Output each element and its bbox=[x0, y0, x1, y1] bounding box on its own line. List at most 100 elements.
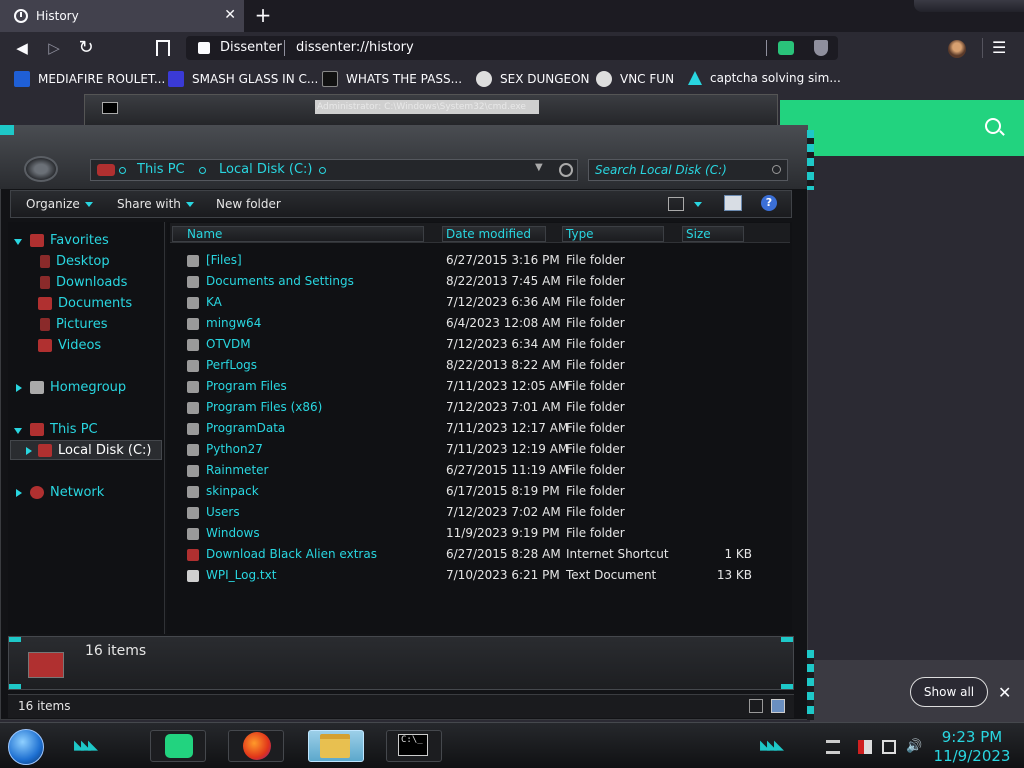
chevron-down-icon[interactable] bbox=[694, 202, 702, 207]
folder-icon bbox=[187, 528, 199, 540]
file-date-modified: 7/11/2023 12:17 AM bbox=[446, 421, 569, 435]
file-size: 1 KB bbox=[724, 547, 752, 561]
search-input[interactable]: Search Local Disk (C:) bbox=[588, 159, 788, 181]
start-button[interactable] bbox=[8, 729, 44, 765]
share-with-label: Share with bbox=[117, 197, 181, 211]
url-bar[interactable]: Dissenter dissenter://history bbox=[186, 36, 838, 60]
large-icons-view-icon[interactable] bbox=[771, 699, 785, 713]
column-header-date-modified[interactable]: Date modified bbox=[442, 226, 546, 242]
column-header-type[interactable]: Type bbox=[562, 226, 664, 242]
tab-title: History bbox=[36, 9, 79, 23]
breadcrumb-separator bbox=[199, 167, 206, 174]
shortcut-icon bbox=[187, 549, 199, 561]
file-date-modified: 8/22/2013 8:22 AM bbox=[446, 358, 561, 372]
file-date-modified: 6/27/2015 11:19 AM bbox=[446, 463, 569, 477]
table-row[interactable]: Windows 11/9/2023 9:19 PM File folder bbox=[185, 524, 785, 545]
help-icon[interactable]: ? bbox=[761, 195, 777, 211]
network-tray-icon[interactable] bbox=[882, 740, 896, 754]
url-text[interactable]: dissenter://history bbox=[296, 40, 414, 55]
chevron-down-icon[interactable]: ▼ bbox=[535, 162, 543, 173]
profile-avatar[interactable] bbox=[948, 40, 966, 58]
nav-item-documents[interactable]: Documents bbox=[38, 296, 132, 311]
bookmark-item[interactable]: MEDIAFIRE ROULET... bbox=[14, 71, 165, 87]
refresh-icon[interactable] bbox=[559, 163, 573, 177]
nav-item-network[interactable]: Network bbox=[14, 485, 104, 500]
table-row[interactable]: PerfLogs 8/22/2013 8:22 AM File folder bbox=[185, 356, 785, 377]
breadcrumb-this-pc[interactable]: This PC bbox=[137, 162, 185, 177]
table-row[interactable]: WPI_Log.txt 7/10/2023 6:21 PM Text Documen… bbox=[185, 566, 785, 587]
menu-icon[interactable]: ☰ bbox=[992, 38, 1006, 57]
new-tab-button[interactable]: + bbox=[252, 4, 274, 26]
table-row[interactable]: OTVDM 7/12/2023 6:34 AM File folder bbox=[185, 335, 785, 356]
file-type: Internet Shortcut bbox=[566, 547, 669, 561]
file-name: OTVDM bbox=[206, 337, 251, 351]
pictures-icon bbox=[40, 318, 50, 331]
table-row[interactable]: [Files] 6/27/2015 3:16 PM File folder bbox=[185, 251, 785, 272]
expand-arrow-icon bbox=[16, 489, 22, 497]
bookmark-item[interactable]: WHATS THE PASS... bbox=[322, 71, 462, 87]
nav-item-pictures[interactable]: Pictures bbox=[40, 317, 107, 332]
clock-date: 11/9/2023 bbox=[933, 747, 1011, 765]
file-date-modified: 8/22/2013 7:45 AM bbox=[446, 274, 561, 288]
details-view-icon[interactable] bbox=[749, 699, 763, 713]
forward-button[interactable]: ▷ bbox=[45, 39, 63, 57]
new-folder-button[interactable]: New folder bbox=[216, 197, 281, 211]
table-row[interactable]: mingw64 6/4/2023 12:08 AM File folder bbox=[185, 314, 785, 335]
nav-item-this-pc[interactable]: This PC bbox=[14, 422, 98, 437]
table-row[interactable]: KA 7/12/2023 6:36 AM File folder bbox=[185, 293, 785, 314]
nav-item-videos[interactable]: Videos bbox=[38, 338, 101, 353]
column-header-size[interactable]: Size bbox=[682, 226, 744, 242]
volume-icon[interactable]: 🔊 bbox=[906, 740, 922, 754]
table-row[interactable]: skinpack 6/17/2015 8:19 PM File folder bbox=[185, 482, 785, 503]
bookmark-item[interactable]: SMASH GLASS IN C... bbox=[168, 71, 318, 87]
column-header-name[interactable]: Name bbox=[172, 226, 424, 242]
nav-label: Favorites bbox=[50, 233, 109, 248]
bookmark-item[interactable]: VNC FUN bbox=[596, 71, 674, 87]
action-center-flag-icon[interactable] bbox=[858, 740, 872, 754]
back-forward-orb[interactable] bbox=[24, 156, 58, 182]
taskbar-decoration: ◣◣◣ bbox=[760, 738, 784, 753]
nav-item-homegroup[interactable]: Homegroup bbox=[14, 380, 126, 395]
nav-item-favorites[interactable]: Favorites bbox=[14, 233, 109, 248]
breadcrumb-local-disk[interactable]: Local Disk (C:) bbox=[219, 162, 312, 177]
table-row[interactable]: Documents and Settings 8/22/2013 7:45 AM F… bbox=[185, 272, 785, 293]
organize-button[interactable]: Organize bbox=[26, 197, 93, 211]
cmd-icon bbox=[102, 102, 118, 114]
notes-extension-icon[interactable] bbox=[778, 41, 794, 55]
tab-close-icon[interactable]: ✕ bbox=[224, 7, 236, 23]
share-with-button[interactable]: Share with bbox=[117, 197, 194, 211]
nav-label: Downloads bbox=[56, 275, 128, 290]
bookmark-icon bbox=[596, 71, 612, 87]
computer-icon bbox=[97, 164, 115, 176]
bookmark-item[interactable]: captcha solving sim... bbox=[688, 71, 841, 85]
nav-item-local-disk[interactable]: Local Disk (C:) bbox=[24, 443, 151, 458]
reload-button[interactable]: ↻ bbox=[77, 39, 95, 57]
bookmark-label: SEX DUNGEON bbox=[500, 72, 590, 86]
nav-item-desktop[interactable]: Desktop bbox=[40, 254, 110, 269]
shield-icon[interactable] bbox=[814, 40, 828, 56]
preview-pane-icon[interactable] bbox=[724, 195, 742, 211]
tab-history[interactable]: History ✕ bbox=[0, 0, 244, 32]
file-name: Users bbox=[206, 505, 240, 519]
search-icon[interactable] bbox=[985, 118, 1001, 134]
table-row[interactable]: Download Black Alien extras 6/27/2015 8:2… bbox=[185, 545, 785, 566]
view-options-icon[interactable] bbox=[668, 197, 684, 211]
address-bar[interactable]: This PC Local Disk (C:) ▼ bbox=[90, 159, 578, 181]
folder-icon bbox=[187, 423, 199, 435]
new-folder-label: New folder bbox=[216, 197, 281, 211]
table-row[interactable]: ProgramData 7/11/2023 12:17 AM File folder bbox=[185, 419, 785, 440]
bookmark-star-icon[interactable] bbox=[156, 40, 170, 56]
close-icon[interactable]: ✕ bbox=[998, 683, 1011, 702]
tray-menu-icon[interactable] bbox=[826, 740, 840, 754]
table-row[interactable]: Python27 7/11/2023 12:19 AM File folder bbox=[185, 440, 785, 461]
back-button[interactable]: ◀ bbox=[13, 39, 31, 57]
system-clock[interactable]: 9:23 PM 11/9/2023 bbox=[932, 728, 1012, 766]
bookmark-item[interactable]: SEX DUNGEON bbox=[476, 71, 590, 87]
table-row[interactable]: Users 7/12/2023 7:02 AM File folder bbox=[185, 503, 785, 524]
show-all-button[interactable]: Show all bbox=[910, 677, 988, 707]
table-row[interactable]: Rainmeter 6/27/2015 11:19 AM File folder bbox=[185, 461, 785, 482]
file-type: File folder bbox=[566, 463, 625, 477]
table-row[interactable]: Program Files (x86) 7/12/2023 7:01 AM File… bbox=[185, 398, 785, 419]
nav-item-downloads[interactable]: Downloads bbox=[40, 275, 127, 290]
table-row[interactable]: Program Files 7/11/2023 12:05 AM File fold… bbox=[185, 377, 785, 398]
